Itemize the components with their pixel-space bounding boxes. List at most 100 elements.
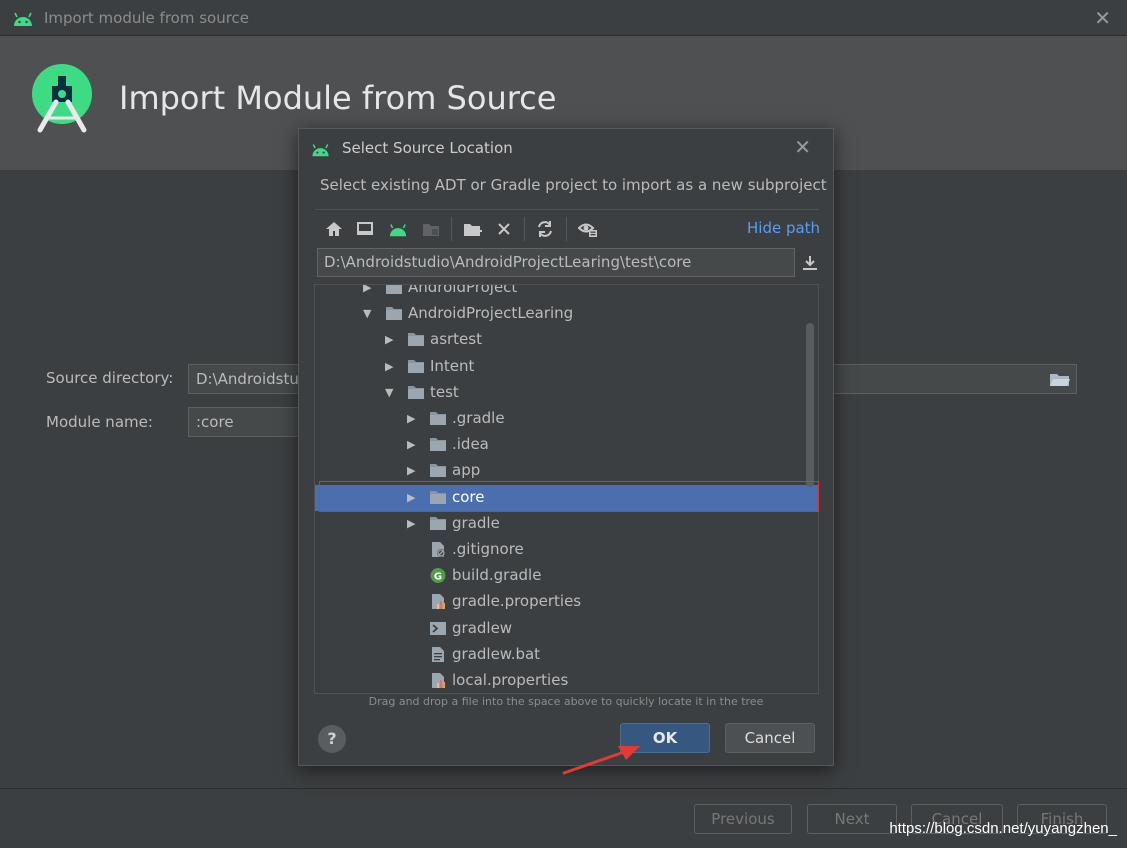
- folder-icon: [385, 285, 403, 296]
- android-icon: [312, 144, 329, 157]
- expanded-arrow-icon[interactable]: ▼: [363, 307, 375, 321]
- tree-item-label: gradlew.bat: [452, 644, 541, 663]
- tree-item-label: .gradle: [452, 409, 505, 427]
- tree-scrollbar[interactable]: [806, 323, 814, 487]
- properties-file-icon: [429, 672, 447, 689]
- collapsed-arrow-icon[interactable]: ▶: [407, 464, 419, 478]
- help-button[interactable]: ?: [318, 725, 346, 753]
- collapsed-arrow-icon[interactable]: ▶: [407, 491, 419, 505]
- shell-file-icon: [429, 620, 447, 637]
- project-android-icon[interactable]: [385, 217, 411, 241]
- path-input[interactable]: D:\Androidstudio\AndroidProjectLearing\t…: [317, 248, 795, 277]
- toolbar-separator: [524, 217, 525, 241]
- tree-folder-item[interactable]: ▶ app: [315, 458, 818, 484]
- tree-item-label: gradle: [452, 513, 500, 532]
- gradle-file-icon: G: [429, 567, 447, 584]
- gitignore-icon: [429, 541, 447, 558]
- tree-item-label: .gitignore: [452, 540, 524, 558]
- svg-text:G: G: [434, 572, 442, 583]
- folder-icon: [429, 462, 447, 479]
- properties-file-icon: [429, 593, 447, 610]
- dialog-separator: [315, 209, 819, 210]
- tree-folder-item[interactable]: ▶ .idea: [315, 432, 818, 458]
- window-titlebar: Import module from source ✕: [0, 0, 1127, 36]
- folder-icon: [407, 358, 425, 375]
- tree-item-label: build.gradle: [452, 566, 542, 585]
- tree-file-item[interactable]: Gbuild.gradle: [315, 563, 818, 589]
- tree-item-label: AndroidProjectLearing: [408, 304, 574, 323]
- tree-item-label: AndroidProject: [408, 284, 518, 296]
- source-directory-label: Source directory:: [46, 369, 174, 387]
- collapsed-arrow-icon[interactable]: ▶: [407, 412, 419, 426]
- delete-icon[interactable]: [491, 217, 517, 241]
- file-tree[interactable]: ▶ AndroidProject ▼ AndroidProjectLearing ▶ as…: [314, 284, 819, 694]
- hide-path-link[interactable]: Hide path: [747, 219, 820, 237]
- watermark-text: https://blog.csdn.net/yuyangzhen_: [889, 820, 1117, 837]
- tree-item-label: test: [430, 382, 459, 401]
- module-name-label: Module name:: [46, 413, 153, 431]
- tree-item-label: Intent: [430, 356, 475, 375]
- desktop-icon[interactable]: [352, 217, 378, 241]
- tree-item-label: asrtest: [430, 330, 482, 349]
- window-title: Import module from source: [44, 9, 250, 27]
- download-icon[interactable]: [797, 250, 823, 276]
- tree-item-label: local.properties: [452, 671, 569, 689]
- folder-icon: [385, 305, 403, 322]
- dialog-titlebar: Select Source Location ✕: [299, 129, 833, 167]
- tree-folder-item[interactable]: ▶ core: [315, 484, 818, 511]
- show-hidden-icon[interactable]: [575, 217, 601, 241]
- collapsed-arrow-icon[interactable]: ▶: [407, 438, 419, 452]
- collapsed-arrow-icon[interactable]: ▶: [385, 333, 397, 347]
- tree-item-label: app: [452, 461, 481, 480]
- annotation-arrow-icon: [562, 746, 640, 775]
- folder-icon: [429, 410, 447, 427]
- tree-file-item[interactable]: .gitignore: [315, 537, 818, 563]
- toolbar-separator: [451, 217, 452, 241]
- tree-folder-item[interactable]: ▶ asrtest: [315, 327, 818, 353]
- folder-icon: [407, 384, 425, 401]
- folder-open-icon[interactable]: [1049, 371, 1071, 387]
- import-module-window: Import module from source ✕ Import Modul…: [0, 0, 1127, 848]
- page-title: Import Module from Source: [119, 79, 557, 117]
- android-studio-logo-icon: [32, 64, 92, 133]
- tree-folder-item[interactable]: ▼ AndroidProjectLearing: [315, 301, 818, 327]
- tree-file-item[interactable]: gradlew: [315, 616, 818, 642]
- collapsed-arrow-icon[interactable]: ▶: [407, 517, 419, 531]
- home-icon[interactable]: [321, 217, 347, 241]
- dialog-subtitle: Select existing ADT or Gradle project to…: [320, 176, 827, 194]
- footer-divider: [0, 788, 1127, 789]
- select-source-location-dialog: Select Source Location ✕ Select existing…: [298, 128, 834, 766]
- previous-button[interactable]: Previous: [694, 804, 792, 834]
- expanded-arrow-icon[interactable]: ▼: [385, 386, 397, 400]
- tree-item-label: .idea: [452, 435, 489, 454]
- tree-item-label: core: [452, 487, 485, 506]
- dialog-close-icon[interactable]: ✕: [794, 135, 811, 159]
- folder-icon: [407, 331, 425, 348]
- dialog-cancel-button[interactable]: Cancel: [725, 723, 815, 753]
- dialog-title: Select Source Location: [342, 139, 513, 157]
- folder-icon: [429, 436, 447, 453]
- refresh-icon[interactable]: [532, 217, 558, 241]
- tree-folder-item[interactable]: ▶ Intent: [315, 354, 818, 380]
- tree-folder-item[interactable]: ▶ AndroidProject: [315, 284, 818, 301]
- next-button[interactable]: Next: [807, 804, 897, 834]
- collapsed-arrow-icon[interactable]: ▶: [385, 360, 397, 374]
- folder-icon: [429, 489, 447, 506]
- android-icon: [14, 12, 32, 26]
- tree-folder-item[interactable]: ▼ test: [315, 380, 818, 406]
- text-file-icon: [429, 646, 447, 663]
- window-close-icon[interactable]: ✕: [1094, 6, 1111, 30]
- module-icon[interactable]: [418, 217, 444, 241]
- tree-folder-item[interactable]: ▶ .gradle: [315, 406, 818, 432]
- drag-drop-hint: Drag and drop a file into the space abov…: [368, 695, 764, 708]
- tree-file-item[interactable]: gradle.properties: [315, 589, 818, 615]
- tree-file-item[interactable]: gradlew.bat: [315, 642, 818, 668]
- new-folder-icon[interactable]: [460, 217, 486, 241]
- tree-file-item[interactable]: local.properties: [315, 668, 818, 693]
- tree-folder-item[interactable]: ▶ gradle: [315, 511, 818, 537]
- tree-item-label: gradle.properties: [452, 592, 582, 611]
- collapsed-arrow-icon[interactable]: ▶: [363, 285, 375, 295]
- tree-item-label: gradlew: [452, 618, 513, 637]
- folder-icon: [429, 515, 447, 532]
- toolbar-separator: [566, 217, 567, 241]
